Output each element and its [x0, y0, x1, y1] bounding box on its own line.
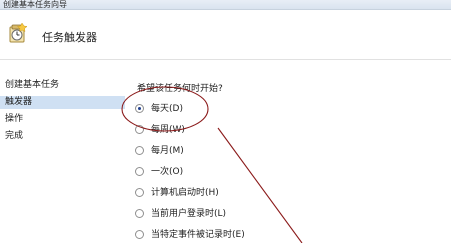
radio-button[interactable]	[135, 167, 144, 176]
sidebar-item-finish[interactable]: 完成	[0, 130, 125, 143]
page-title: 任务触发器	[42, 31, 97, 44]
option-monthly[interactable]: 每月(M)	[135, 145, 335, 157]
option-label: 当特定事件被记录时(E)	[151, 230, 245, 240]
option-label: 每天(D)	[151, 104, 183, 114]
sidebar-item-label: 创建基本任务	[5, 80, 60, 90]
window-titlebar: 创建基本任务向导	[0, 0, 451, 10]
option-daily[interactable]: 每天(D)	[135, 103, 335, 115]
option-label: 每周(W)	[151, 125, 185, 135]
radio-button[interactable]	[135, 230, 144, 239]
option-weekly[interactable]: 每周(W)	[135, 124, 335, 136]
option-at-startup[interactable]: 计算机启动时(H)	[135, 187, 335, 199]
radio-button[interactable]	[135, 146, 144, 155]
trigger-options-panel: 希望该任务何时开始? 每天(D) 每周(W) 每月(M) 一次(O) 计算机启动…	[125, 61, 451, 243]
wizard-steps-sidebar: 创建基本任务 触发器 操作 完成	[0, 61, 125, 243]
radio-button[interactable]	[135, 188, 144, 197]
option-at-logon[interactable]: 当前用户登录时(L)	[135, 208, 335, 220]
sidebar-item-action[interactable]: 操作	[0, 113, 125, 126]
option-once[interactable]: 一次(O)	[135, 166, 335, 178]
sidebar-item-create-basic-task[interactable]: 创建基本任务	[0, 79, 125, 92]
radio-button[interactable]	[135, 209, 144, 218]
sidebar-item-label: 触发器	[5, 97, 33, 107]
radio-button[interactable]	[135, 125, 144, 134]
option-label: 每月(M)	[151, 146, 184, 156]
option-on-event[interactable]: 当特定事件被记录时(E)	[135, 229, 335, 241]
option-label: 一次(O)	[151, 167, 184, 177]
task-clock-icon	[9, 22, 28, 43]
sidebar-item-label: 完成	[5, 131, 24, 141]
window-title: 创建基本任务向导	[3, 0, 67, 9]
trigger-question: 希望该任务何时开始?	[137, 84, 223, 94]
wizard-header: 任务触发器	[0, 10, 451, 60]
option-label: 计算机启动时(H)	[151, 188, 219, 198]
option-label: 当前用户登录时(L)	[151, 209, 227, 219]
radio-button[interactable]	[135, 104, 144, 113]
sidebar-item-label: 操作	[5, 114, 24, 124]
sidebar-item-trigger[interactable]: 触发器	[0, 96, 125, 109]
